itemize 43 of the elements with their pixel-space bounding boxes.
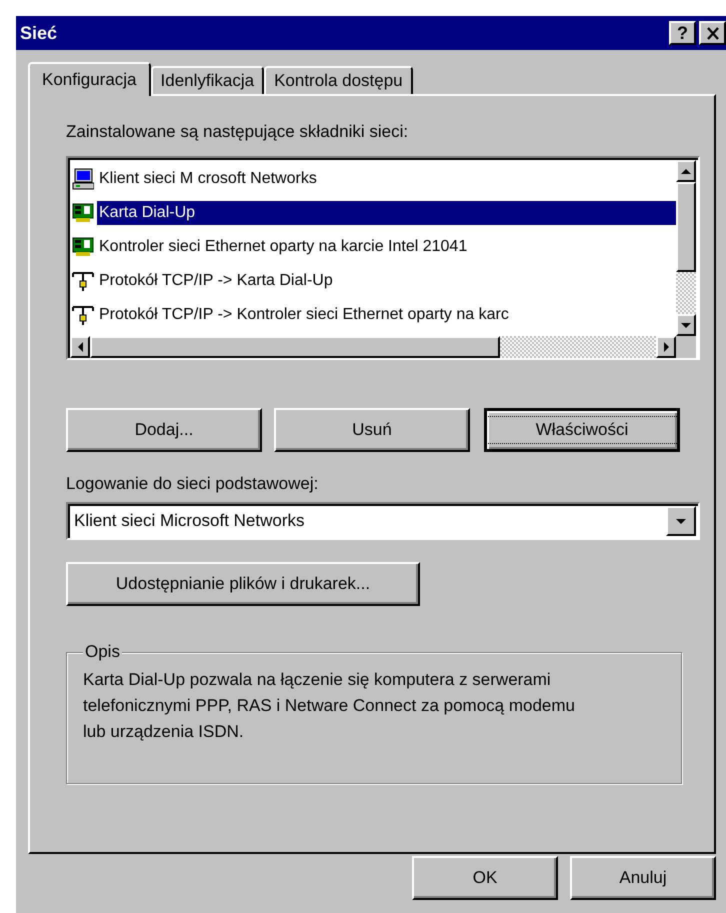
window-title: Sieć xyxy=(20,22,58,44)
action-button[interactable]: Dodaj... xyxy=(66,408,262,452)
logon-label: Logowanie do sieci podstawowej: xyxy=(66,474,320,495)
network-card-icon xyxy=(72,202,94,224)
scroll-left-button[interactable] xyxy=(70,336,90,358)
list-item[interactable]: Karta Dial-Up xyxy=(97,201,676,225)
action-button[interactable]: Właściwości xyxy=(484,408,680,452)
dialog-button[interactable]: Anuluj xyxy=(570,856,716,900)
vertical-scrollbar[interactable] xyxy=(676,160,696,336)
group-title: Opis xyxy=(83,642,122,662)
action-button[interactable]: Usuń xyxy=(274,408,470,452)
tab[interactable]: Konfiguracja xyxy=(28,62,151,96)
list-item[interactable]: Protokół TCP/IP -> Kontroler sieci Ethernet oparty na karc xyxy=(97,303,676,327)
list-item[interactable]: Kontroler sieci Ethernet oparty na karcie Intel 21041 xyxy=(97,235,676,259)
scroll-thumb[interactable] xyxy=(90,336,500,358)
help-button[interactable]: ? xyxy=(669,21,696,45)
tab[interactable]: Idenlyfikacja xyxy=(150,66,264,94)
logon-dropdown[interactable]: Klient sieci Microsoft Networks xyxy=(66,502,700,540)
close-button[interactable] xyxy=(699,21,726,45)
description-text: Karta Dial-Up pozwala na łączenie się komputera z serwerami telefonicznymi PPP, RAS i Netware Connect za pomocą modemu lub urządzenia ISDN. xyxy=(83,669,576,743)
list-item[interactable]: Klient sieci M crosoft Networks xyxy=(97,167,676,191)
list-item[interactable]: Protokół TCP/IP -> Karta Dial-Up xyxy=(97,269,676,293)
scroll-thumb[interactable] xyxy=(676,182,696,272)
close-icon xyxy=(706,26,720,40)
list-label: Zainstalowane są następujące składniki sieci: xyxy=(66,122,410,143)
up-arrow-icon xyxy=(681,168,691,174)
left-arrow-icon xyxy=(78,342,82,352)
cable-icon xyxy=(72,304,94,326)
horizontal-scrollbar[interactable] xyxy=(70,336,676,358)
computer-icon xyxy=(72,168,94,190)
scroll-up-button[interactable] xyxy=(676,160,696,182)
down-arrow-icon xyxy=(676,518,686,524)
dropdown-button[interactable] xyxy=(666,506,696,536)
scrollbar-corner xyxy=(676,336,696,358)
network-card-icon xyxy=(72,236,94,258)
sharing-button[interactable]: Udostępnianie plików i drukarek... xyxy=(66,562,420,606)
down-arrow-icon xyxy=(681,322,691,328)
tab[interactable]: Kontrola dostępu xyxy=(264,66,413,94)
scroll-down-button[interactable] xyxy=(676,314,696,336)
dialog-button[interactable]: OK xyxy=(412,856,558,900)
scroll-right-button[interactable] xyxy=(656,336,676,358)
cable-icon xyxy=(72,270,94,292)
right-arrow-icon xyxy=(664,342,668,352)
